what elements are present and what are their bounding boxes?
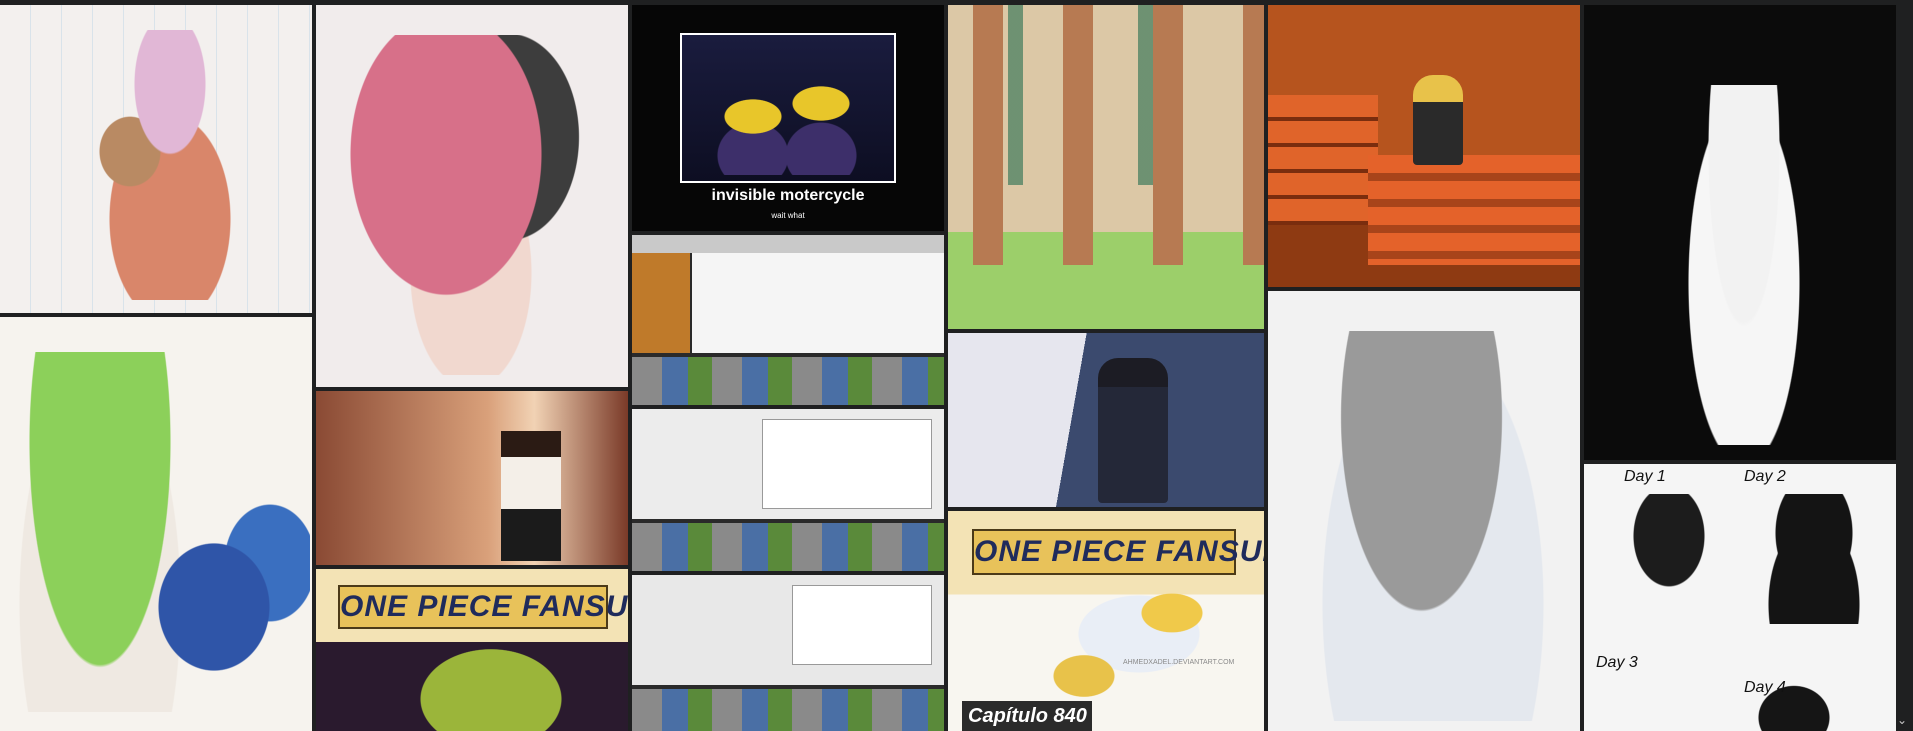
thumbnail-figure xyxy=(1734,664,1854,731)
thumbnail-figure xyxy=(406,639,576,731)
thumbnail-figure xyxy=(1684,85,1804,445)
thumbnail-figure xyxy=(501,431,561,561)
gallery-tile[interactable]: Day 1 Day 2 Day 3 Day 4 xyxy=(1584,464,1896,731)
gallery-tile[interactable] xyxy=(632,235,944,405)
chevron-down-icon[interactable]: ⌄ xyxy=(1895,713,1909,727)
window-pane xyxy=(692,253,944,353)
window-pane xyxy=(632,253,690,353)
window-pane xyxy=(632,357,944,405)
panel-label: Day 4 xyxy=(1744,679,1786,696)
window-pane xyxy=(632,689,944,731)
thumbnail-figure xyxy=(948,5,1264,185)
poster-subtitle: wait what xyxy=(771,211,805,220)
thumbnail-figure xyxy=(1018,571,1238,711)
window-pane xyxy=(632,235,944,253)
gallery-tile[interactable] xyxy=(1584,5,1896,460)
gallery-tile[interactable] xyxy=(1268,5,1580,287)
gallery-tile[interactable] xyxy=(948,333,1264,507)
gallery-tile[interactable]: invisible motercycle wait what xyxy=(632,5,944,231)
thumbnail-figure xyxy=(1368,155,1580,265)
window-pane xyxy=(792,585,932,665)
gallery-tile[interactable] xyxy=(316,391,628,565)
thumbnail-figure xyxy=(1413,75,1463,165)
gallery-tile[interactable] xyxy=(948,5,1264,329)
window-pane xyxy=(762,419,932,509)
watermark-text: AHMEDXADEL.DEVIANTART.COM xyxy=(1123,659,1235,666)
gallery-tile[interactable] xyxy=(316,5,628,387)
panel-label: Day 3 xyxy=(1596,654,1638,671)
thumbnail-figure xyxy=(1754,494,1874,624)
image-gallery: ONE PIECE FANSUB invisible motercycle wa… xyxy=(0,0,1913,731)
window-pane xyxy=(632,523,944,571)
chapter-label: Capítulo 840 xyxy=(962,701,1092,731)
thumbnail-figure xyxy=(1318,331,1548,721)
thumbnail-figure xyxy=(1268,95,1378,225)
gallery-tile[interactable]: ONE PIECE FANSUB xyxy=(316,569,628,731)
thumbnail-figure xyxy=(150,497,310,717)
thumbnail-image xyxy=(316,391,628,565)
thumbnail-figure xyxy=(346,35,596,375)
thumbnail-figure xyxy=(60,30,260,300)
gallery-tile[interactable] xyxy=(0,317,312,731)
gallery-tile[interactable] xyxy=(0,5,312,313)
gallery-tile[interactable]: ONE PIECE FANSUB AHMEDXADEL.DEVIANTART.C… xyxy=(948,511,1264,731)
fansub-title: ONE PIECE FANSUB xyxy=(972,529,1264,575)
thumbnail-figure xyxy=(1614,494,1724,614)
fansub-title: ONE PIECE FANSUB xyxy=(338,585,628,629)
thumbnail-figure xyxy=(702,45,872,175)
panel-label: Day 2 xyxy=(1744,468,1786,485)
gallery-tile[interactable] xyxy=(632,575,944,731)
poster-title: invisible motercycle xyxy=(711,187,865,204)
panel-label: Day 1 xyxy=(1624,468,1666,485)
thumbnail-figure xyxy=(1098,358,1168,503)
gallery-tile[interactable] xyxy=(1268,291,1580,731)
gallery-tile[interactable] xyxy=(632,409,944,571)
